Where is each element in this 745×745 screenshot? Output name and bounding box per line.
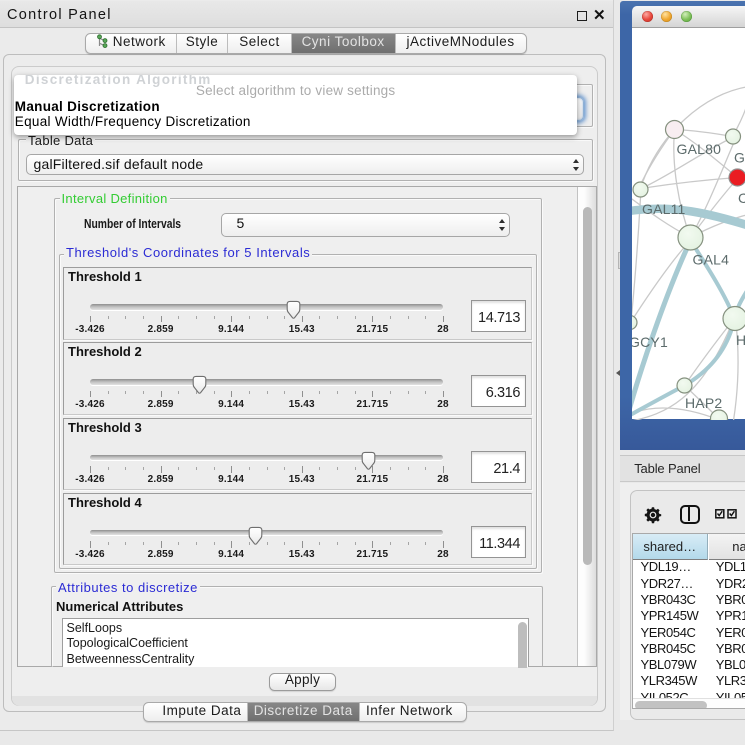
svg-text:GAL11: GAL11 [642,201,686,217]
svg-text:GA: GA [734,149,745,165]
svg-text:GAL4: GAL4 [692,251,729,267]
svg-text:C: C [738,190,745,206]
svg-text:GCY1: GCY1 [632,334,668,350]
svg-text:GAL80: GAL80 [676,141,721,157]
svg-text:H: H [736,332,745,348]
svg-text:HAP2: HAP2 [685,395,722,411]
